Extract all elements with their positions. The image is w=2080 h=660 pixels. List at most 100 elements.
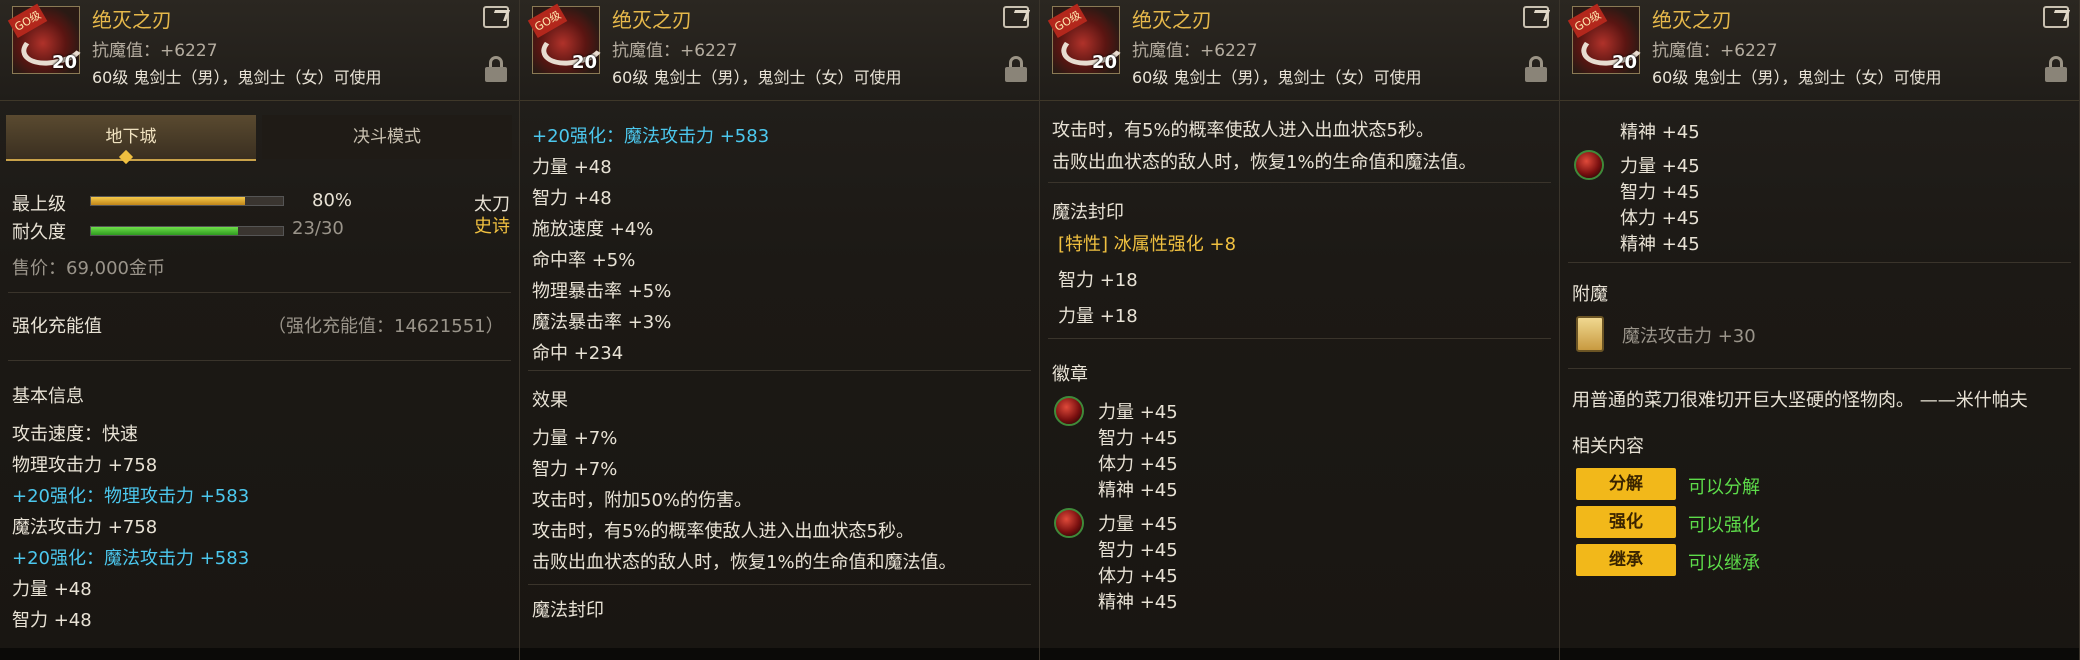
related-button-2[interactable]: 继承 (1576, 544, 1676, 576)
badge-stat: 智力 +45 (1620, 182, 1700, 203)
item-icon: GO级 20 (1047, 3, 1127, 74)
magic-seal-heading: 魔法封印 (1052, 202, 1124, 223)
item-title: 绝灭之刃 (1132, 8, 1212, 32)
rarity-label: 史诗 (474, 216, 510, 237)
effect-line: 智力 +7% (532, 459, 618, 480)
share-icon[interactable] (1523, 6, 1549, 28)
share-icon[interactable] (1003, 6, 1029, 28)
usable-classes: 60级 鬼剑士（男），鬼剑士（女）可使用 (1132, 68, 1422, 87)
item-header: GO级 20 绝灭之刃 抗魔值：+6227 60级 鬼剑士（男），鬼剑士（女）可… (1560, 0, 2079, 101)
badge-stat: 体力 +45 (1098, 454, 1178, 475)
stat-line: +20强化：魔法攻击力 +583 (532, 126, 770, 147)
badge-stat: 力量 +45 (1620, 156, 1700, 177)
share-icon[interactable] (483, 6, 509, 28)
sell-price: 售价：69,000金币 (12, 258, 165, 279)
enchant-card-icon (1576, 316, 1604, 352)
flavor-text: 用普通的菜刀很难切开巨大坚硬的怪物肉。 ——米什帕夫 (1572, 390, 2028, 411)
badge-stat: 智力 +45 (1098, 428, 1178, 449)
badge-stat: 体力 +45 (1620, 208, 1700, 229)
seal-str: 力量 +18 (1058, 306, 1138, 327)
tooltip-panel-4: GO级 20 绝灭之刃 抗魔值：+6227 60级 鬼剑士（男），鬼剑士（女）可… (1560, 0, 2080, 660)
anti-magic-value: 抗魔值：+6227 (1652, 41, 1778, 61)
seal-special: [特性] 冰属性强化 +8 (1058, 234, 1237, 255)
badge-stat: 精神 +45 (1620, 234, 1700, 255)
stat-line: +20强化：物理攻击力 +583 (12, 486, 250, 507)
related-button-1[interactable]: 强化 (1576, 506, 1676, 538)
anti-magic-value: 抗魔值：+6227 (92, 41, 218, 61)
stat-line: 命中率 +5% (532, 250, 636, 271)
durability-label: 耐久度 (12, 222, 66, 243)
durability-value: 23/30 (292, 218, 344, 239)
related-desc: 可以分解 (1688, 477, 1760, 498)
stat-line: 魔法攻击力 +758 (12, 517, 158, 538)
seal-int: 智力 +18 (1058, 270, 1138, 291)
stat-line: 物理暴击率 +5% (532, 281, 672, 302)
item-icon: GO级 20 (1567, 3, 1647, 74)
badge-stat: 精神 +45 (1620, 122, 1700, 143)
red-gem-icon (1574, 150, 1604, 180)
stat-line: 力量 +48 (12, 579, 92, 600)
item-icon: GO级 20 (527, 3, 607, 74)
stat-line: 攻击速度：快速 (12, 424, 138, 445)
stat-line: 命中 +234 (532, 343, 624, 364)
lock-icon[interactable] (1525, 56, 1547, 82)
badge-stat: 力量 +45 (1098, 514, 1178, 535)
tab-duel[interactable]: 决斗模式 (262, 115, 512, 159)
charge-value: （强化充能值：14621551） (268, 316, 504, 337)
lock-icon[interactable] (2045, 56, 2067, 82)
mode-tabs: 地下城 决斗模式 (6, 115, 512, 161)
tooltip-panel-1: GO级 20 绝灭之刃 抗魔值：+6227 60级 鬼剑士（男），鬼剑士（女）可… (0, 0, 520, 660)
effect-line: 击败出血状态的敌人时，恢复1%的生命值和魔法值。 (532, 552, 957, 573)
tooltip-panel-3: GO级 20 绝灭之刃 抗魔值：+6227 60级 鬼剑士（男），鬼剑士（女）可… (1040, 0, 1560, 660)
related-button-0[interactable]: 分解 (1576, 468, 1676, 500)
top-grade-label: 最上级 (12, 194, 66, 215)
stat-line: +20强化：魔法攻击力 +583 (12, 548, 250, 569)
effect-line: 攻击时，有5%的概率使敌人进入出血状态5秒。 (532, 521, 915, 542)
related-desc: 可以继承 (1688, 553, 1760, 574)
durability-bar (90, 226, 284, 236)
related-desc: 可以强化 (1688, 515, 1760, 536)
magic-seal-heading: 魔法封印 (532, 600, 604, 621)
level-badge: 20 (1611, 52, 1637, 73)
anti-magic-value: 抗魔值：+6227 (1132, 41, 1258, 61)
stat-line: 智力 +48 (12, 610, 92, 631)
enchant-heading: 附魔 (1572, 284, 1608, 305)
red-gem-icon (1054, 508, 1084, 538)
level-badge: 20 (1091, 52, 1117, 73)
item-header: GO级 20 绝灭之刃 抗魔值：+6227 60级 鬼剑士（男），鬼剑士（女）可… (1040, 0, 1559, 101)
stat-line: 施放速度 +4% (532, 219, 654, 240)
basic-info-heading: 基本信息 (12, 386, 84, 407)
item-header: GO级 20 绝灭之刃 抗魔值：+6227 60级 鬼剑士（男），鬼剑士（女）可… (520, 0, 1039, 101)
item-title: 绝灭之刃 (1652, 8, 1732, 32)
badge-stat: 力量 +45 (1098, 402, 1178, 423)
level-badge: 20 (51, 52, 77, 73)
tooltip-panel-2: GO级 20 绝灭之刃 抗魔值：+6227 60级 鬼剑士（男），鬼剑士（女）可… (520, 0, 1040, 660)
badge-stat: 精神 +45 (1098, 480, 1178, 501)
stat-line: 物理攻击力 +758 (12, 455, 158, 476)
anti-magic-value: 抗魔值：+6227 (612, 41, 738, 61)
usable-classes: 60级 鬼剑士（男），鬼剑士（女）可使用 (612, 68, 902, 87)
usable-classes: 60级 鬼剑士（男），鬼剑士（女）可使用 (1652, 68, 1942, 87)
share-icon[interactable] (2043, 6, 2069, 28)
item-title: 绝灭之刃 (612, 8, 692, 32)
badge-heading: 徽章 (1052, 364, 1088, 385)
effect-heading: 效果 (532, 390, 568, 411)
item-icon: GO级 20 (7, 3, 87, 74)
stat-line: 魔法暴击率 +3% (532, 312, 672, 333)
level-badge: 20 (571, 52, 597, 73)
item-header: GO级 20 绝灭之刃 抗魔值：+6227 60级 鬼剑士（男），鬼剑士（女）可… (0, 0, 519, 101)
effect-line: 力量 +7% (532, 428, 618, 449)
lock-icon[interactable] (1005, 56, 1027, 82)
badge-stat: 体力 +45 (1098, 566, 1178, 587)
stat-line: 智力 +48 (532, 188, 612, 209)
item-title: 绝灭之刃 (92, 8, 172, 32)
stat-line: 力量 +48 (532, 157, 612, 178)
badge-stat: 精神 +45 (1098, 592, 1178, 613)
effect-line: 击败出血状态的敌人时，恢复1%的生命值和魔法值。 (1052, 152, 1477, 173)
usable-classes: 60级 鬼剑士（男），鬼剑士（女）可使用 (92, 68, 382, 87)
red-gem-icon (1054, 396, 1084, 426)
top-grade-bar (90, 196, 284, 206)
lock-icon[interactable] (485, 56, 507, 82)
effect-line: 攻击时，有5%的概率使敌人进入出血状态5秒。 (1052, 120, 1435, 141)
charge-label: 强化充能值 (12, 316, 102, 337)
